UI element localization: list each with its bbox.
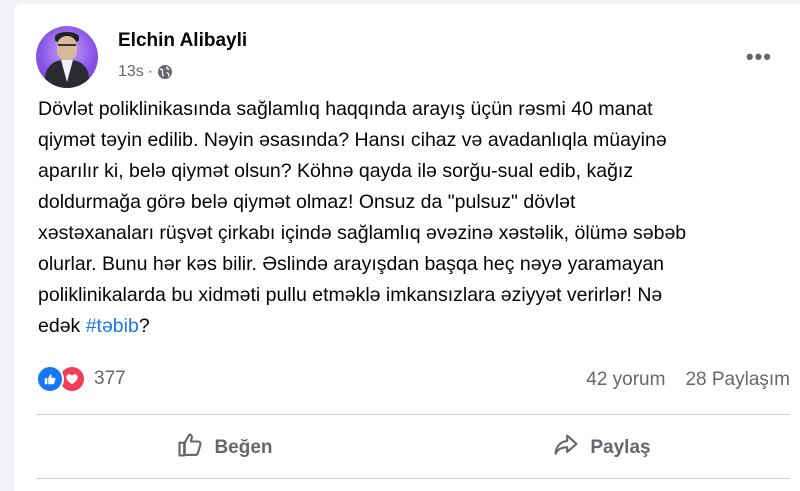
meta-separator: · <box>147 63 154 80</box>
post-card: Elchin Alibayli 13s · ••• Dövlət polikli… <box>14 4 800 491</box>
post-header: Elchin Alibayli 13s · ••• <box>36 18 786 88</box>
globe-icon <box>157 64 173 80</box>
like-button[interactable]: Beğen <box>36 420 413 476</box>
divider-bottom <box>36 478 790 479</box>
share-button[interactable]: Paylaş <box>413 420 790 476</box>
hashtag-link[interactable]: #təbib <box>86 315 139 337</box>
avatar[interactable] <box>36 26 98 88</box>
share-arrow-icon <box>552 431 580 465</box>
reaction-count: 377 <box>94 368 126 389</box>
comments-count-link[interactable]: 42 yorum <box>586 369 665 391</box>
like-reaction-icon <box>36 365 64 393</box>
post-meta: 13s · <box>118 63 173 81</box>
post-body-end: ? <box>138 315 150 337</box>
more-horizontal-icon[interactable]: ••• <box>746 46 772 68</box>
divider-top <box>36 414 790 415</box>
reactions-summary[interactable]: 377 <box>36 365 126 393</box>
thumbs-up-icon <box>176 431 204 465</box>
like-label: Beğen <box>214 437 273 458</box>
post-stats: 42 yorum 28 Paylaşım <box>586 369 790 391</box>
post-time[interactable]: 13s <box>118 63 144 81</box>
post-actions: Beğen Paylaş <box>36 420 790 476</box>
share-label: Paylaş <box>590 437 651 458</box>
shares-count-link[interactable]: 28 Paylaşım <box>685 369 790 391</box>
author-name[interactable]: Elchin Alibayli <box>118 30 247 52</box>
post-body: Dövlət poliklinikasında sağlamlıq haqqın… <box>38 98 687 337</box>
post-text: Dövlət poliklinikasında sağlamlıq haqqın… <box>38 94 790 342</box>
